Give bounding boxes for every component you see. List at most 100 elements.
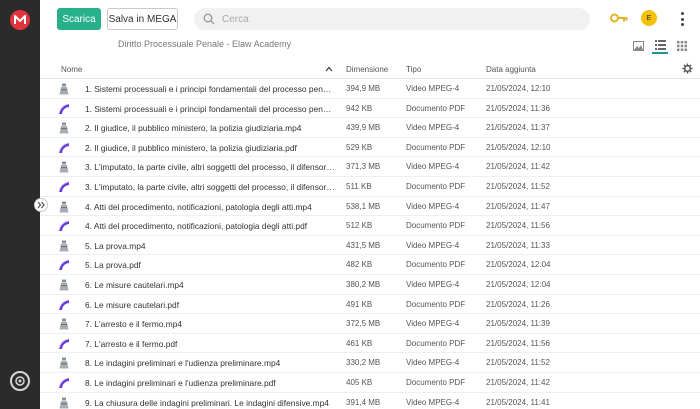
video-file-icon (58, 397, 70, 409)
file-size: 372,5 MB (346, 319, 381, 329)
table-row[interactable]: 4. Atti del procedimento, notificazioni,… (40, 216, 700, 236)
file-type: Video MPEG-4 (406, 84, 460, 93)
kebab-menu-icon[interactable] (676, 10, 688, 28)
file-type: Documento PDF (406, 142, 466, 152)
table-row[interactable]: 5. La prova.pdf 482 KB Documento PDF 21/05/… (40, 255, 700, 275)
file-type: Video MPEG-4 (406, 319, 460, 329)
file-size: 511 KB (346, 181, 372, 191)
pdf-file-icon (58, 299, 70, 311)
breadcrumb: Diritto Processuale Penale - Elaw Academ… (118, 39, 292, 49)
table-row[interactable]: 7. L'arresto e il fermo.mp4 372,5 MB Video… (40, 314, 700, 334)
file-type: Documento PDF (406, 103, 466, 113)
file-date: 21/05/2024, 11:37 (486, 123, 550, 133)
pdf-file-icon (58, 377, 70, 389)
file-size: 391,4 MB (346, 397, 381, 407)
file-name: 6. Le misure cautelari.pdf (85, 299, 180, 310)
file-size: 405 KB (346, 377, 373, 387)
file-date: 21/05/2024, 11:33 (486, 240, 550, 250)
file-size: 380,2 MB (346, 279, 381, 289)
file-name: 7. L'arresto e il fermo.mp4 (85, 319, 183, 330)
video-file-icon (58, 318, 70, 330)
file-type: Documento PDF (406, 377, 466, 387)
pdf-file-icon (58, 259, 70, 271)
search-icon (203, 13, 215, 25)
file-size: 371,3 MB (346, 162, 381, 172)
save-to-mega-button[interactable]: Salva in MEGA (107, 8, 178, 30)
table-row[interactable]: 3. L'imputato, la parte civile, altri so… (40, 177, 700, 197)
mega-logo-icon[interactable] (10, 10, 30, 30)
file-type: Documento PDF (406, 181, 466, 191)
table-row[interactable]: 2. Il giudice, il pubblico ministero, la… (40, 138, 700, 158)
file-date: 21/05/2024, 11:47 (486, 201, 550, 211)
download-button[interactable]: Scarica (57, 8, 101, 30)
column-header-size[interactable]: Dimensione (346, 65, 388, 74)
file-date: 21/05/2024, 11:42 (486, 377, 550, 387)
table-row[interactable]: 2. Il giudice, il pubblico ministero, la… (40, 118, 700, 138)
chevron-up-icon[interactable] (325, 65, 333, 74)
video-file-icon (58, 240, 70, 252)
table-row[interactable]: 3. L'imputato, la parte civile, altri so… (40, 157, 700, 177)
table-row[interactable]: 5. La prova.mp4 431,5 MB Video MPEG-4 21/05… (40, 236, 700, 256)
search-bar[interactable] (194, 8, 590, 30)
table-row[interactable]: 6. Le misure cautelari.mp4 380,2 MB Video … (40, 275, 700, 295)
file-name: 9. La chiusura delle indagini preliminar… (85, 397, 329, 408)
file-name: 6. Le misure cautelari.mp4 (85, 279, 184, 290)
file-name: 1. Sistemi processuali e i principi fond… (85, 84, 335, 94)
double-chevron-right-icon[interactable] (34, 198, 48, 212)
file-size: 482 KB (346, 260, 373, 270)
file-size: 330,2 MB (346, 358, 381, 368)
table-row[interactable]: 6. Le misure cautelari.pdf 491 KB Document… (40, 295, 700, 315)
column-header-date[interactable]: Data aggiunta (486, 65, 536, 74)
file-date: 21/05/2024, 11:26 (486, 299, 550, 309)
pdf-file-icon (58, 103, 70, 115)
file-date: 21/05/2024, 12:10 (486, 84, 551, 93)
file-size: 394,9 MB (346, 84, 381, 93)
file-type: Video MPEG-4 (406, 162, 460, 172)
file-date: 21/05/2024, 11:39 (486, 319, 550, 329)
table-row[interactable]: 1. Sistemi processuali e i principi fond… (40, 79, 700, 99)
gear-icon[interactable] (682, 63, 693, 76)
file-name: 8. Le indagini preliminari e l'udienza p… (85, 377, 276, 388)
table-row[interactable]: 9. La chiusura delle indagini preliminar… (40, 393, 700, 409)
top-bar: Scarica Salva in MEGA E (40, 0, 700, 38)
file-size: 431,5 MB (346, 240, 381, 250)
video-file-icon (58, 279, 70, 291)
table-row[interactable]: 1. Sistemi processuali e i principi fond… (40, 99, 700, 119)
file-date: 21/05/2024, 11:52 (486, 358, 550, 368)
search-input[interactable] (222, 11, 562, 27)
file-type: Video MPEG-4 (406, 123, 460, 133)
file-name: 3. L'imputato, la parte civile, altri so… (85, 162, 335, 173)
file-name: 8. Le indagini preliminari e l'udienza p… (85, 358, 281, 369)
grid-icon[interactable] (674, 38, 690, 54)
file-type: Documento PDF (406, 260, 466, 270)
list-icon[interactable] (652, 38, 668, 54)
file-date: 21/05/2024, 11:56 (486, 221, 550, 231)
file-type: Video MPEG-4 (406, 201, 460, 211)
video-file-icon (58, 83, 70, 95)
file-type: Video MPEG-4 (406, 358, 460, 368)
video-file-icon (58, 357, 70, 369)
video-file-icon (58, 161, 70, 173)
transfer-manager-icon[interactable] (10, 371, 30, 391)
file-name: 1. Sistemi processuali e i principi fond… (85, 103, 335, 114)
video-file-icon (58, 122, 70, 134)
key-icon[interactable] (610, 11, 628, 29)
file-type: Documento PDF (406, 338, 466, 348)
file-size: 942 KB (346, 103, 373, 113)
avatar[interactable]: E (641, 10, 657, 26)
image-icon[interactable] (630, 38, 646, 54)
file-list: 1. Sistemi processuali e i principi fond… (40, 79, 700, 409)
file-date: 21/05/2024, 12:10 (486, 142, 551, 152)
column-header-type[interactable]: Tipo (406, 65, 421, 74)
file-name: 2. Il giudice, il pubblico ministero, la… (85, 142, 297, 153)
column-header-name[interactable]: Nome (61, 65, 82, 74)
table-header: Nome Dimensione Tipo Data aggiunta (40, 59, 700, 79)
file-size: 512 KB (346, 221, 373, 231)
table-row[interactable]: 4. Atti del procedimento, notificazioni,… (40, 197, 700, 217)
file-name: 7. L'arresto e il fermo.pdf (85, 338, 178, 349)
table-row[interactable]: 8. Le indagini preliminari e l'udienza p… (40, 353, 700, 373)
table-row[interactable]: 8. Le indagini preliminari e l'udienza p… (40, 373, 700, 393)
file-size: 538,1 MB (346, 201, 381, 211)
table-row[interactable]: 7. L'arresto e il fermo.pdf 461 KB Documen… (40, 334, 700, 354)
file-type: Video MPEG-4 (406, 240, 460, 250)
